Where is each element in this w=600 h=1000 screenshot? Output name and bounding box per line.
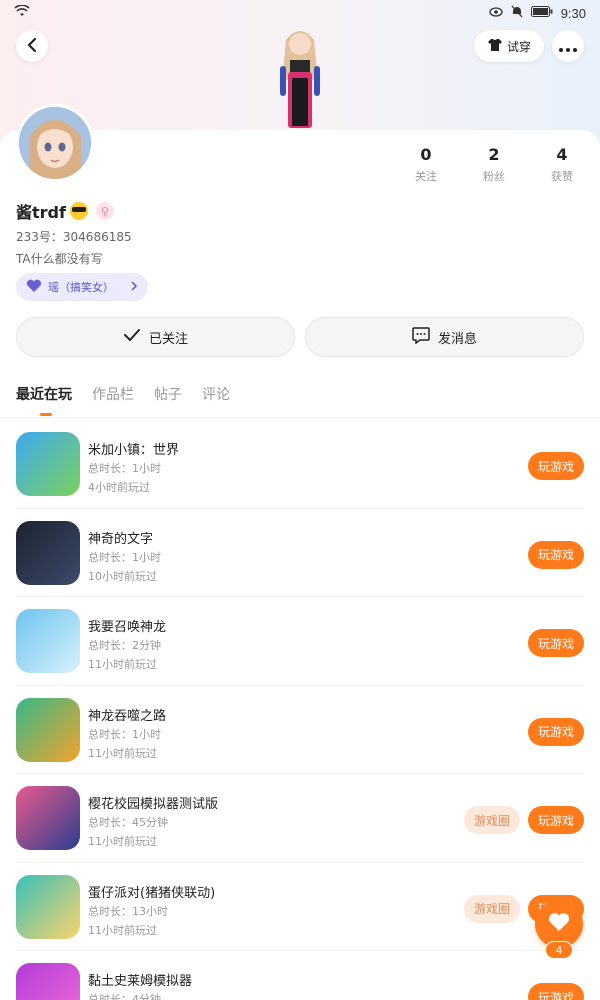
profile-stats: 0 关注 2 粉丝 4 获赞 — [0, 146, 600, 186]
game-duration: 总时长：1小时 — [88, 727, 161, 741]
game-circle-button[interactable]: 游戏圈 — [464, 894, 520, 923]
game-icon — [16, 697, 80, 762]
tab-posts[interactable]: 帖子 — [154, 384, 182, 412]
avatar-figure — [262, 22, 338, 130]
list-item[interactable]: 樱花校园模拟器测试版 总时长：45分钟 11小时前玩过 游戏圈 玩游戏 — [16, 774, 584, 863]
profile-name: 酱trdf — [16, 203, 66, 222]
game-last-played: 10小时前玩过 — [88, 569, 157, 583]
list-item[interactable]: 米加小镇：世界 总时长：1小时 4小时前玩过 玩游戏 — [16, 420, 584, 509]
stat-label: 获赞 — [551, 170, 573, 183]
tabs-divider — [0, 417, 600, 418]
play-game-button[interactable]: 玩游戏 — [528, 452, 584, 480]
more-dots-icon — [559, 37, 577, 56]
stat-label: 粉丝 — [483, 170, 505, 183]
heart-icon — [26, 279, 42, 296]
game-circle-button[interactable]: 游戏圈 — [464, 806, 520, 834]
game-last-played: 11小时前玩过 — [88, 658, 157, 671]
profile-tag[interactable]: 瑶（搞笑女） — [16, 273, 148, 301]
list-item[interactable]: 蛋仔派对(猪猪侠联动) 总时长：13小时 11小时前玩过 游戏圈 玩游戏 — [16, 863, 584, 951]
wifi-icon — [14, 4, 30, 21]
game-last-played: 11小时前玩过 — [88, 835, 157, 848]
game-icon — [16, 609, 80, 673]
checkmark-icon — [123, 328, 141, 346]
eye-icon — [489, 6, 503, 21]
bio: TA什么都没有写 — [16, 252, 103, 266]
send-message-button[interactable]: 发消息 — [305, 317, 584, 357]
followed-button[interactable]: 已关注 — [16, 317, 295, 357]
chat-bubble-icon — [412, 326, 430, 348]
try-on-button[interactable]: 试穿 — [474, 30, 544, 62]
game-icon — [16, 520, 80, 585]
stat-value: 2 — [488, 145, 500, 164]
game-duration: 总时长：45分钟 — [88, 816, 168, 829]
mute-bell-icon — [511, 5, 523, 22]
game-icon — [16, 786, 80, 850]
game-last-played: 11小时前玩过 — [88, 923, 157, 937]
game-title: 神龙吞噬之路 — [88, 708, 167, 724]
more-button[interactable] — [552, 30, 584, 62]
stat-label: 关注 — [415, 170, 437, 183]
game-list: 米加小镇：世界 总时长：1小时 4小时前玩过 玩游戏 神奇的文字 总时长：1小时… — [0, 420, 600, 1000]
play-game-button[interactable]: 玩游戏 — [528, 629, 584, 657]
chevron-left-icon — [26, 37, 38, 56]
game-duration: 总时长：4分钟 — [88, 993, 161, 1000]
game-icon — [16, 963, 80, 1000]
heart-icon — [548, 912, 570, 936]
game-title: 黏土史莱姆模拟器 — [88, 974, 193, 989]
user-id: 233号：304686185 — [16, 230, 132, 244]
list-item[interactable]: 我要召唤神龙 总时长：2分钟 11小时前玩过 玩游戏 — [16, 597, 584, 686]
game-title: 樱花校园模拟器测试版 — [88, 797, 219, 812]
play-game-button[interactable]: 玩游戏 — [528, 717, 584, 746]
play-game-button[interactable]: 玩游戏 — [528, 540, 584, 569]
game-duration: 总时长：1小时 — [88, 462, 161, 475]
sunglasses-emoji-icon — [69, 202, 88, 220]
game-duration: 总时长：1小时 — [88, 550, 161, 564]
tab-works[interactable]: 作品栏 — [92, 384, 134, 412]
like-count-badge: 4 — [545, 941, 573, 959]
status-time: 9:30 — [560, 5, 586, 21]
battery-icon — [530, 5, 553, 21]
game-title: 米加小镇：世界 — [88, 443, 180, 458]
stat-value: 4 — [556, 145, 568, 164]
list-item[interactable]: 神龙吞噬之路 总时长：1小时 11小时前玩过 玩游戏 — [16, 686, 584, 774]
stat-following[interactable]: 0 关注 — [396, 146, 456, 184]
game-title: 蛋仔派对(猪猪侠联动) — [88, 885, 216, 901]
game-title: 我要召唤神龙 — [88, 620, 167, 635]
female-icon: ♀ — [95, 202, 114, 220]
game-last-played: 11小时前玩过 — [88, 746, 157, 760]
list-item[interactable]: 黏土史莱姆模拟器 总时长：4分钟 玩游戏 — [16, 951, 584, 1000]
game-duration: 总时长：13小时 — [88, 904, 168, 918]
chevron-right-icon — [131, 280, 138, 294]
list-item[interactable]: 神奇的文字 总时长：1小时 10小时前玩过 玩游戏 — [16, 509, 584, 597]
stat-followers[interactable]: 2 粉丝 — [464, 146, 524, 184]
game-duration: 总时长：2分钟 — [88, 639, 161, 652]
try-on-label: 试穿 — [506, 39, 531, 54]
play-game-button[interactable]: 玩游戏 — [528, 806, 584, 834]
profile-tabs: 最近在玩 作品栏 帖子 评论 — [16, 384, 230, 416]
tab-recently-played[interactable]: 最近在玩 — [16, 384, 72, 416]
game-icon — [16, 432, 80, 496]
stat-likes[interactable]: 4 获赞 — [532, 146, 592, 184]
profile-tag-label: 瑶（搞笑女） — [48, 281, 114, 294]
stat-value: 0 — [420, 145, 432, 164]
game-title: 神奇的文字 — [88, 531, 154, 547]
back-button[interactable] — [16, 30, 48, 62]
followed-label: 已关注 — [148, 331, 188, 347]
play-game-button[interactable]: 玩游戏 — [528, 983, 584, 1000]
send-message-label: 发消息 — [437, 331, 477, 347]
tshirt-icon — [487, 38, 503, 55]
game-last-played: 4小时前玩过 — [88, 481, 150, 494]
tab-comments[interactable]: 评论 — [202, 384, 230, 412]
game-icon — [16, 874, 80, 939]
name-row: 酱trdf ♀ — [16, 199, 114, 223]
